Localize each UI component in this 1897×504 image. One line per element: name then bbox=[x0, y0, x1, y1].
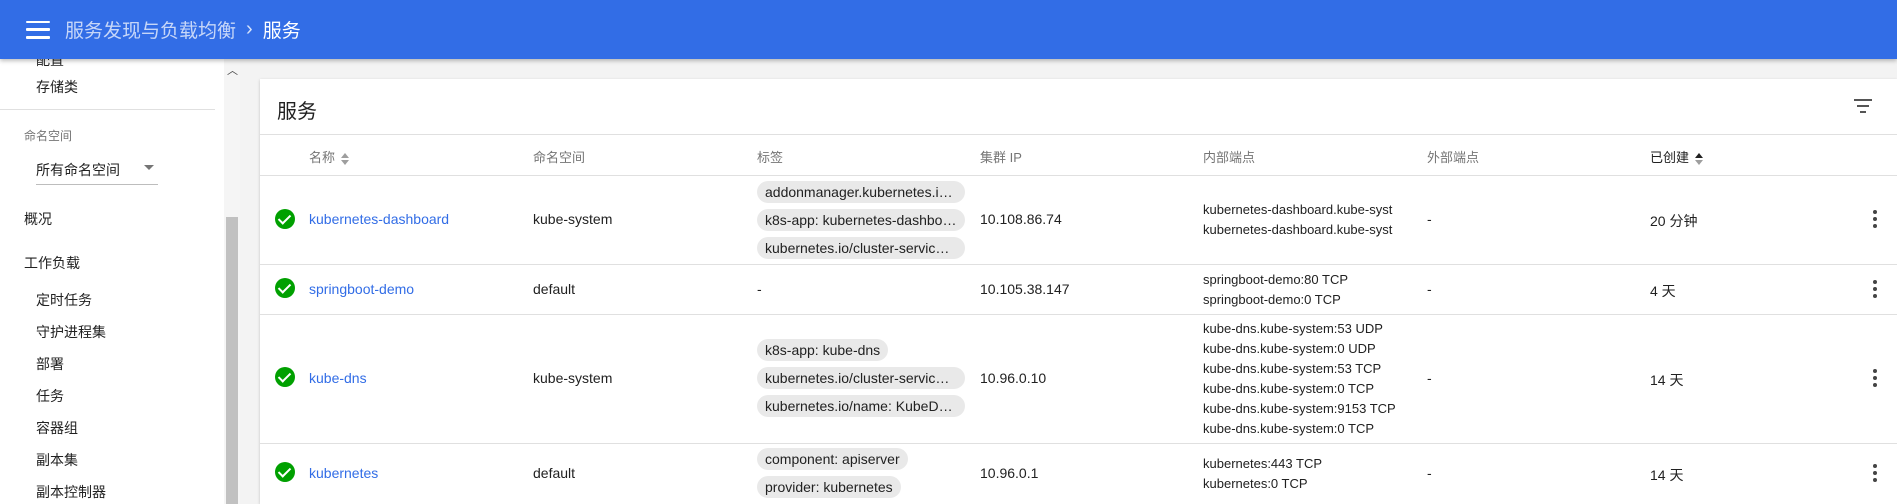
sidebar-item-jobs[interactable]: 任务 bbox=[36, 386, 64, 406]
endpoint-item: kube-dns.kube-system:0 TCP bbox=[1203, 421, 1374, 436]
internal-endpoints-cell: kubernetes:443 TCP kubernetes:0 TCP bbox=[1203, 454, 1413, 494]
internal-endpoints-cell: springboot-demo:80 TCP springboot-demo:0… bbox=[1203, 270, 1413, 310]
column-header-name-label: 名称 bbox=[309, 150, 336, 165]
filter-list-icon[interactable] bbox=[1854, 99, 1872, 113]
sidebar-item-daemonsets[interactable]: 守护进程集 bbox=[36, 322, 106, 342]
namespace-cell: kube-system bbox=[533, 370, 613, 386]
cluster-ip-cell: 10.96.0.1 bbox=[980, 465, 1039, 481]
column-header-namespace: 命名空间 bbox=[533, 150, 586, 165]
namespace-cell: kube-system bbox=[533, 211, 613, 227]
service-name-link[interactable]: kube-dns bbox=[309, 370, 367, 386]
created-cell: 20 分钟 bbox=[1650, 213, 1698, 229]
chevron-right-icon: › bbox=[246, 18, 253, 40]
service-name-link[interactable]: kubernetes bbox=[309, 465, 378, 481]
sidebar-item-deployments[interactable]: 部署 bbox=[36, 354, 64, 374]
endpoint-item: springboot-demo:0 TCP bbox=[1203, 292, 1341, 307]
endpoint-item: kube-dns.kube-system:9153 TCP bbox=[1203, 401, 1396, 416]
check-circle-icon bbox=[275, 367, 295, 387]
scroll-up-arrow-icon[interactable]: ︿ bbox=[227, 62, 238, 78]
breadcrumb-current: 服务 bbox=[262, 21, 301, 42]
more-vert-icon[interactable] bbox=[1872, 464, 1878, 482]
internal-endpoints-cell: kubernetes-dashboard.kube-syst kubernete… bbox=[1203, 200, 1413, 240]
external-endpoints-cell: - bbox=[1427, 281, 1432, 297]
column-header-internal-endpoints: 内部端点 bbox=[1203, 150, 1256, 165]
services-card: 服务 名称 命名空间 标签 集群 IP 内部端点 外部端点 已创建 kubern… bbox=[260, 79, 1897, 504]
namespace-select[interactable]: 所有命名空间 bbox=[36, 157, 158, 185]
labels-cell: - bbox=[757, 281, 762, 297]
endpoint-item: springboot-demo:80 TCP bbox=[1203, 272, 1349, 287]
external-endpoints-cell: - bbox=[1427, 370, 1432, 386]
column-header-labels: 标签 bbox=[757, 150, 784, 165]
namespace-cell: default bbox=[533, 281, 576, 297]
more-vert-icon[interactable] bbox=[1872, 210, 1878, 228]
sidebar-item-pods[interactable]: 容器组 bbox=[36, 418, 78, 438]
endpoint-item: kube-dns.kube-system:0 TCP bbox=[1203, 381, 1374, 396]
sort-icon[interactable] bbox=[1695, 152, 1704, 165]
menu-icon[interactable] bbox=[26, 20, 50, 39]
label-chip: component: apiserver bbox=[757, 448, 908, 470]
service-name-link[interactable]: springboot-demo bbox=[309, 281, 414, 297]
endpoint-item: kubernetes-dashboard.kube-syst bbox=[1203, 222, 1393, 237]
check-circle-icon bbox=[275, 278, 295, 298]
sidebar-item-config[interactable]: 配置 bbox=[36, 59, 64, 70]
endpoint-item: kube-dns.kube-system:53 TCP bbox=[1203, 361, 1382, 376]
table-row: kube-dns kube-system k8s-app: kube-dns k… bbox=[260, 315, 1897, 443]
created-cell: 4 天 bbox=[1650, 283, 1676, 299]
label-chip: provider: kubernetes bbox=[757, 476, 901, 498]
column-header-external-endpoints: 外部端点 bbox=[1427, 150, 1480, 165]
column-header-cluster-ip: 集群 IP bbox=[980, 150, 1022, 165]
external-endpoints-cell: - bbox=[1427, 211, 1432, 227]
endpoint-item: kube-dns.kube-system:53 UDP bbox=[1203, 321, 1383, 336]
cluster-ip-cell: 10.108.86.74 bbox=[980, 211, 1062, 227]
card-divider bbox=[260, 134, 1897, 135]
sidebar-scrollbar-thumb[interactable] bbox=[226, 217, 238, 504]
sidebar-item-overview[interactable]: 概况 bbox=[24, 209, 52, 229]
endpoint-item: kubernetes:0 TCP bbox=[1203, 476, 1308, 491]
namespace-select-value: 所有命名空间 bbox=[36, 162, 120, 178]
endpoint-item: kube-dns.kube-system:0 UDP bbox=[1203, 341, 1376, 356]
label-chip: kubernetes.io/name: KubeDNS bbox=[757, 395, 965, 417]
label-chip: kubernetes.io/cluster-service: ... bbox=[757, 237, 965, 259]
namespace-cell: default bbox=[533, 465, 576, 481]
breadcrumb-parent[interactable]: 服务发现与负载均衡 bbox=[65, 16, 236, 43]
sidebar: 配置 存储类 命名空间 所有命名空间 概况 工作负载 定时任务 守护进程集 部署… bbox=[0, 59, 240, 504]
more-vert-icon[interactable] bbox=[1872, 369, 1878, 387]
label-chip: k8s-app: kubernetes-dashboard bbox=[757, 209, 965, 231]
more-vert-icon[interactable] bbox=[1872, 280, 1878, 298]
table-row: springboot-demo default - 10.105.38.147 … bbox=[260, 265, 1897, 314]
sidebar-divider bbox=[0, 109, 215, 110]
label-chip: addonmanager.kubernetes.io/... bbox=[757, 181, 965, 203]
service-name-link[interactable]: kubernetes-dashboard bbox=[309, 211, 449, 227]
external-endpoints-cell: - bbox=[1427, 465, 1432, 481]
created-cell: 14 天 bbox=[1650, 372, 1684, 388]
label-chip: k8s-app: kube-dns bbox=[757, 339, 889, 361]
check-circle-icon bbox=[275, 209, 295, 229]
sidebar-item-storage-class[interactable]: 存储类 bbox=[36, 77, 78, 97]
sidebar-item-workloads[interactable]: 工作负载 bbox=[24, 253, 80, 273]
sidebar-item-replicasets[interactable]: 副本集 bbox=[36, 450, 78, 470]
column-header-name[interactable]: 名称 bbox=[309, 147, 350, 166]
sort-icon[interactable] bbox=[341, 152, 350, 165]
card-title: 服务 bbox=[277, 101, 317, 123]
cluster-ip-cell: 10.96.0.10 bbox=[980, 370, 1047, 386]
check-circle-icon bbox=[275, 462, 295, 482]
table-row: kubernetes default component: apiserver … bbox=[260, 444, 1897, 504]
sidebar-item-cronjobs[interactable]: 定时任务 bbox=[36, 290, 92, 310]
column-header-created[interactable]: 已创建 bbox=[1650, 147, 1704, 166]
table-row: kubernetes-dashboard kube-system addonma… bbox=[260, 176, 1897, 264]
dropdown-arrow-icon bbox=[144, 165, 154, 170]
namespace-label: 命名空间 bbox=[24, 129, 73, 143]
top-app-bar: 服务发现与负载均衡 › 服务 bbox=[0, 0, 1897, 59]
label-chip: kubernetes.io/cluster-service: ... bbox=[757, 367, 965, 389]
endpoint-item: kubernetes:443 TCP bbox=[1203, 456, 1322, 471]
column-header-created-label: 已创建 bbox=[1650, 150, 1690, 165]
cluster-ip-cell: 10.105.38.147 bbox=[980, 281, 1070, 297]
created-cell: 14 天 bbox=[1650, 467, 1684, 483]
internal-endpoints-cell: kube-dns.kube-system:53 UDP kube-dns.kub… bbox=[1203, 319, 1413, 439]
sidebar-item-replication-controllers[interactable]: 副本控制器 bbox=[36, 482, 106, 502]
endpoint-item: kubernetes-dashboard.kube-syst bbox=[1203, 202, 1393, 217]
